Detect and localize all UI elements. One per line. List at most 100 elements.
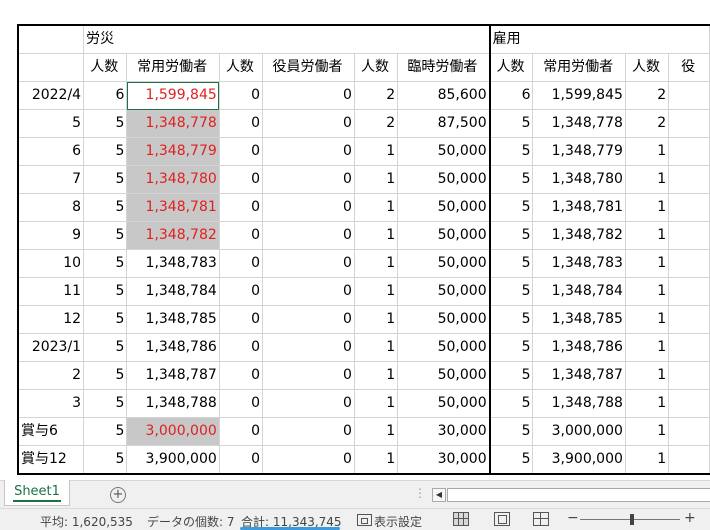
data-cell[interactable]: 0 <box>218 445 264 475</box>
data-cell[interactable]: 1 <box>353 361 399 390</box>
data-cell[interactable]: 0 <box>218 137 264 166</box>
data-cell[interactable]: 5 <box>83 389 128 418</box>
data-cell-empty[interactable] <box>668 333 710 362</box>
data-cell[interactable]: 0 <box>262 277 355 306</box>
normal-view-icon[interactable] <box>453 512 469 526</box>
data-cell[interactable]: 1,348,778 <box>532 109 626 138</box>
row-label-cell[interactable]: 9 <box>17 221 85 250</box>
zoom-slider-thumb[interactable] <box>630 514 634 525</box>
row-label-cell[interactable]: 2022/4 <box>17 81 85 110</box>
group-header-rousai[interactable]: 労災 <box>83 24 491 54</box>
data-cell[interactable]: 3,000,000 <box>532 417 626 446</box>
data-cell[interactable]: 1 <box>353 389 399 418</box>
data-cell-empty[interactable] <box>668 361 710 390</box>
data-cell[interactable]: 5 <box>83 193 128 222</box>
data-cell-empty[interactable] <box>668 417 710 446</box>
data-cell[interactable]: 5 <box>488 305 534 334</box>
splitter-handle-icon[interactable]: ⋮ <box>414 486 426 500</box>
data-cell[interactable]: 0 <box>262 249 355 278</box>
data-cell[interactable]: 0 <box>218 361 264 390</box>
column-header-cell[interactable]: 役員労働者 <box>262 53 355 82</box>
data-cell[interactable]: 0 <box>218 389 264 418</box>
row-label-cell[interactable]: 2023/1 <box>17 333 85 362</box>
data-cell[interactable]: 50,000 <box>397 193 491 222</box>
data-cell[interactable]: 1,348,779 <box>126 137 220 166</box>
data-cell[interactable]: 5 <box>83 305 128 334</box>
row-label-cell[interactable]: 8 <box>17 193 85 222</box>
column-header-cell[interactable]: 常用労働者 <box>532 53 626 82</box>
data-cell[interactable]: 0 <box>262 109 355 138</box>
data-cell-empty[interactable] <box>668 389 710 418</box>
data-cell[interactable]: 0 <box>262 333 355 362</box>
sheet-tab-sheet1[interactable]: Sheet1 <box>4 480 70 506</box>
row-label-header-cell[interactable] <box>17 53 85 82</box>
data-cell[interactable]: 50,000 <box>397 221 491 250</box>
row-label-cell[interactable]: 3 <box>17 389 85 418</box>
data-cell[interactable]: 2 <box>353 109 399 138</box>
data-cell-empty[interactable] <box>668 81 710 110</box>
column-header-cell[interactable]: 常用労働者 <box>126 53 220 82</box>
data-cell[interactable]: 1,599,845 <box>532 81 626 110</box>
data-cell[interactable]: 1 <box>624 221 670 250</box>
data-cell[interactable]: 1,348,787 <box>126 361 220 390</box>
data-cell[interactable]: 0 <box>262 417 355 446</box>
data-cell[interactable]: 50,000 <box>397 277 491 306</box>
data-cell[interactable]: 30,000 <box>397 445 491 475</box>
column-header-cell[interactable]: 人数 <box>353 53 399 82</box>
data-cell[interactable]: 0 <box>262 305 355 334</box>
data-cell[interactable]: 1,348,781 <box>532 193 626 222</box>
data-cell[interactable]: 50,000 <box>397 165 491 194</box>
data-cell[interactable]: 0 <box>262 165 355 194</box>
data-cell-empty[interactable] <box>668 277 710 306</box>
data-cell[interactable]: 5 <box>488 333 534 362</box>
data-cell[interactable]: 0 <box>218 333 264 362</box>
data-cell[interactable]: 50,000 <box>397 249 491 278</box>
data-cell[interactable]: 1,599,845 <box>126 81 220 110</box>
data-cell[interactable]: 5 <box>488 445 534 475</box>
scrollbar-thumb[interactable] <box>449 490 679 500</box>
data-cell[interactable]: 1,348,788 <box>126 389 220 418</box>
data-cell[interactable]: 1,348,783 <box>126 249 220 278</box>
data-cell[interactable]: 1,348,788 <box>532 389 626 418</box>
data-cell[interactable]: 0 <box>262 361 355 390</box>
data-cell[interactable]: 5 <box>488 277 534 306</box>
data-cell[interactable]: 2 <box>624 81 670 110</box>
data-cell[interactable]: 5 <box>488 249 534 278</box>
data-cell[interactable]: 5 <box>488 165 534 194</box>
data-cell[interactable]: 3,000,000 <box>126 417 220 446</box>
data-cell[interactable]: 50,000 <box>397 137 491 166</box>
data-cell-empty[interactable] <box>668 193 710 222</box>
row-label-cell[interactable]: 賞与6 <box>17 417 85 446</box>
page-break-view-icon[interactable] <box>533 512 549 526</box>
row-label-cell[interactable]: 10 <box>17 249 85 278</box>
column-header-cell[interactable]: 人数 <box>83 53 128 82</box>
data-cell[interactable]: 0 <box>218 249 264 278</box>
data-cell[interactable]: 1 <box>624 333 670 362</box>
data-cell[interactable]: 0 <box>262 193 355 222</box>
data-cell[interactable]: 2 <box>353 81 399 110</box>
data-cell[interactable]: 87,500 <box>397 109 491 138</box>
data-cell[interactable]: 1 <box>353 417 399 446</box>
data-cell[interactable]: 5 <box>488 137 534 166</box>
data-cell[interactable]: 1,348,780 <box>126 165 220 194</box>
data-cell-empty[interactable] <box>668 165 710 194</box>
column-header-cell[interactable]: 人数 <box>624 53 670 82</box>
data-cell[interactable]: 1 <box>624 193 670 222</box>
data-cell[interactable]: 50,000 <box>397 305 491 334</box>
status-count[interactable]: データの個数: 7 <box>147 513 235 530</box>
data-cell[interactable]: 5 <box>488 417 534 446</box>
data-cell[interactable]: 1 <box>353 193 399 222</box>
data-cell[interactable]: 85,600 <box>397 81 491 110</box>
group-header-koyou[interactable]: 雇用 <box>488 24 710 54</box>
column-header-cell[interactable]: 人数 <box>218 53 264 82</box>
data-cell[interactable]: 0 <box>262 137 355 166</box>
data-cell[interactable]: 1 <box>624 277 670 306</box>
display-settings-icon[interactable] <box>357 514 372 526</box>
data-cell[interactable]: 5 <box>488 389 534 418</box>
data-cell[interactable]: 0 <box>218 165 264 194</box>
data-cell[interactable]: 6 <box>488 81 534 110</box>
data-cell[interactable]: 1,348,784 <box>126 277 220 306</box>
data-cell[interactable]: 3,900,000 <box>126 445 220 475</box>
data-cell[interactable]: 1,348,782 <box>126 221 220 250</box>
scrollbar-track[interactable] <box>447 488 710 502</box>
